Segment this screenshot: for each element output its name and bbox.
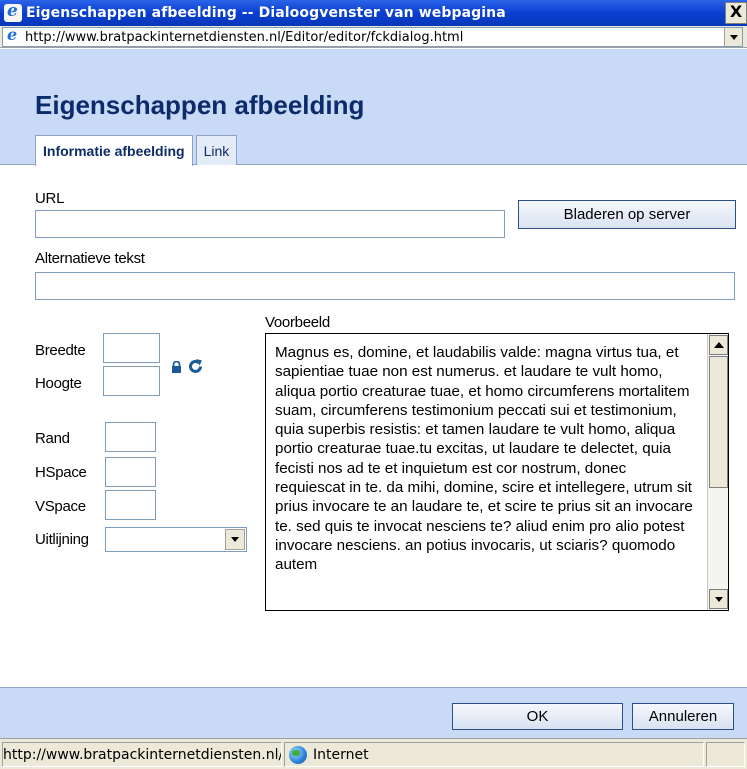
page-icon: [5, 25, 21, 45]
align-dropdown-button[interactable]: [225, 529, 245, 550]
align-select[interactable]: [105, 527, 247, 552]
height-input[interactable]: [103, 366, 160, 396]
chevron-down-icon: [729, 34, 738, 40]
status-url: http://www.bratpackinternetdiensten.nl/: [2, 742, 282, 767]
status-bar: http://www.bratpackinternetdiensten.nl/ …: [0, 738, 747, 769]
url-label: URL: [35, 190, 65, 207]
preview-scrollbar[interactable]: [707, 334, 728, 610]
lock-icon[interactable]: [171, 361, 182, 373]
chevron-up-icon: [713, 342, 724, 348]
preview-box[interactable]: Magnus es, domine, et laudabilis valde: …: [265, 333, 729, 611]
browse-server-button[interactable]: Bladeren op server: [518, 200, 736, 229]
status-url-text: http://www.bratpackinternetdiensten.nl/: [3, 746, 282, 763]
status-zone-text: Internet: [313, 746, 369, 763]
chevron-down-icon: [714, 596, 723, 602]
tab-link[interactable]: Link: [195, 135, 238, 165]
vspace-input[interactable]: [105, 490, 156, 520]
address-field[interactable]: http://www.bratpackinternetdiensten.nl/E…: [2, 25, 743, 47]
ie-icon: [4, 1, 22, 22]
vspace-label: VSpace: [35, 498, 86, 515]
border-label: Rand: [35, 430, 70, 447]
chevron-down-icon: [231, 537, 239, 542]
preview-text: Magnus es, domine, et laudabilis valde: …: [275, 344, 693, 574]
address-bar: http://www.bratpackinternetdiensten.nl/E…: [0, 25, 747, 48]
status-resize: [706, 742, 745, 767]
address-dropdown-button[interactable]: [724, 28, 742, 46]
preview-label: Voorbeeld: [265, 314, 330, 331]
alt-text-label: Alternatieve tekst: [35, 250, 145, 267]
alt-text-input[interactable]: [35, 272, 735, 300]
refresh-icon[interactable]: [187, 358, 204, 375]
cancel-button[interactable]: Annuleren: [632, 703, 734, 730]
close-button[interactable]: X: [725, 2, 747, 24]
url-input[interactable]: [35, 210, 505, 238]
height-label: Hoogte: [35, 375, 82, 392]
width-input[interactable]: [103, 333, 160, 363]
scroll-thumb[interactable]: [709, 356, 728, 488]
globe-icon: [289, 745, 307, 764]
status-zone: Internet: [284, 742, 704, 767]
window-title: Eigenschappen afbeelding -- Dialoogvenst…: [26, 5, 506, 21]
ok-button[interactable]: OK: [452, 703, 623, 730]
scroll-up-button[interactable]: [709, 335, 728, 355]
tab-bar: Informatie afbeelding Link: [35, 135, 238, 166]
dialog-title: Eigenschappen afbeelding: [35, 90, 365, 120]
hspace-label: HSpace: [35, 464, 87, 481]
border-input[interactable]: [105, 422, 156, 452]
width-label: Breedte: [35, 342, 86, 359]
tab-image-info[interactable]: Informatie afbeelding: [35, 135, 193, 166]
hspace-input[interactable]: [105, 457, 156, 487]
scroll-down-button[interactable]: [709, 589, 728, 609]
address-url: http://www.bratpackinternetdiensten.nl/E…: [25, 29, 464, 45]
align-label: Uitlijning: [35, 531, 89, 548]
window-titlebar: Eigenschappen afbeelding -- Dialoogvenst…: [0, 0, 747, 26]
